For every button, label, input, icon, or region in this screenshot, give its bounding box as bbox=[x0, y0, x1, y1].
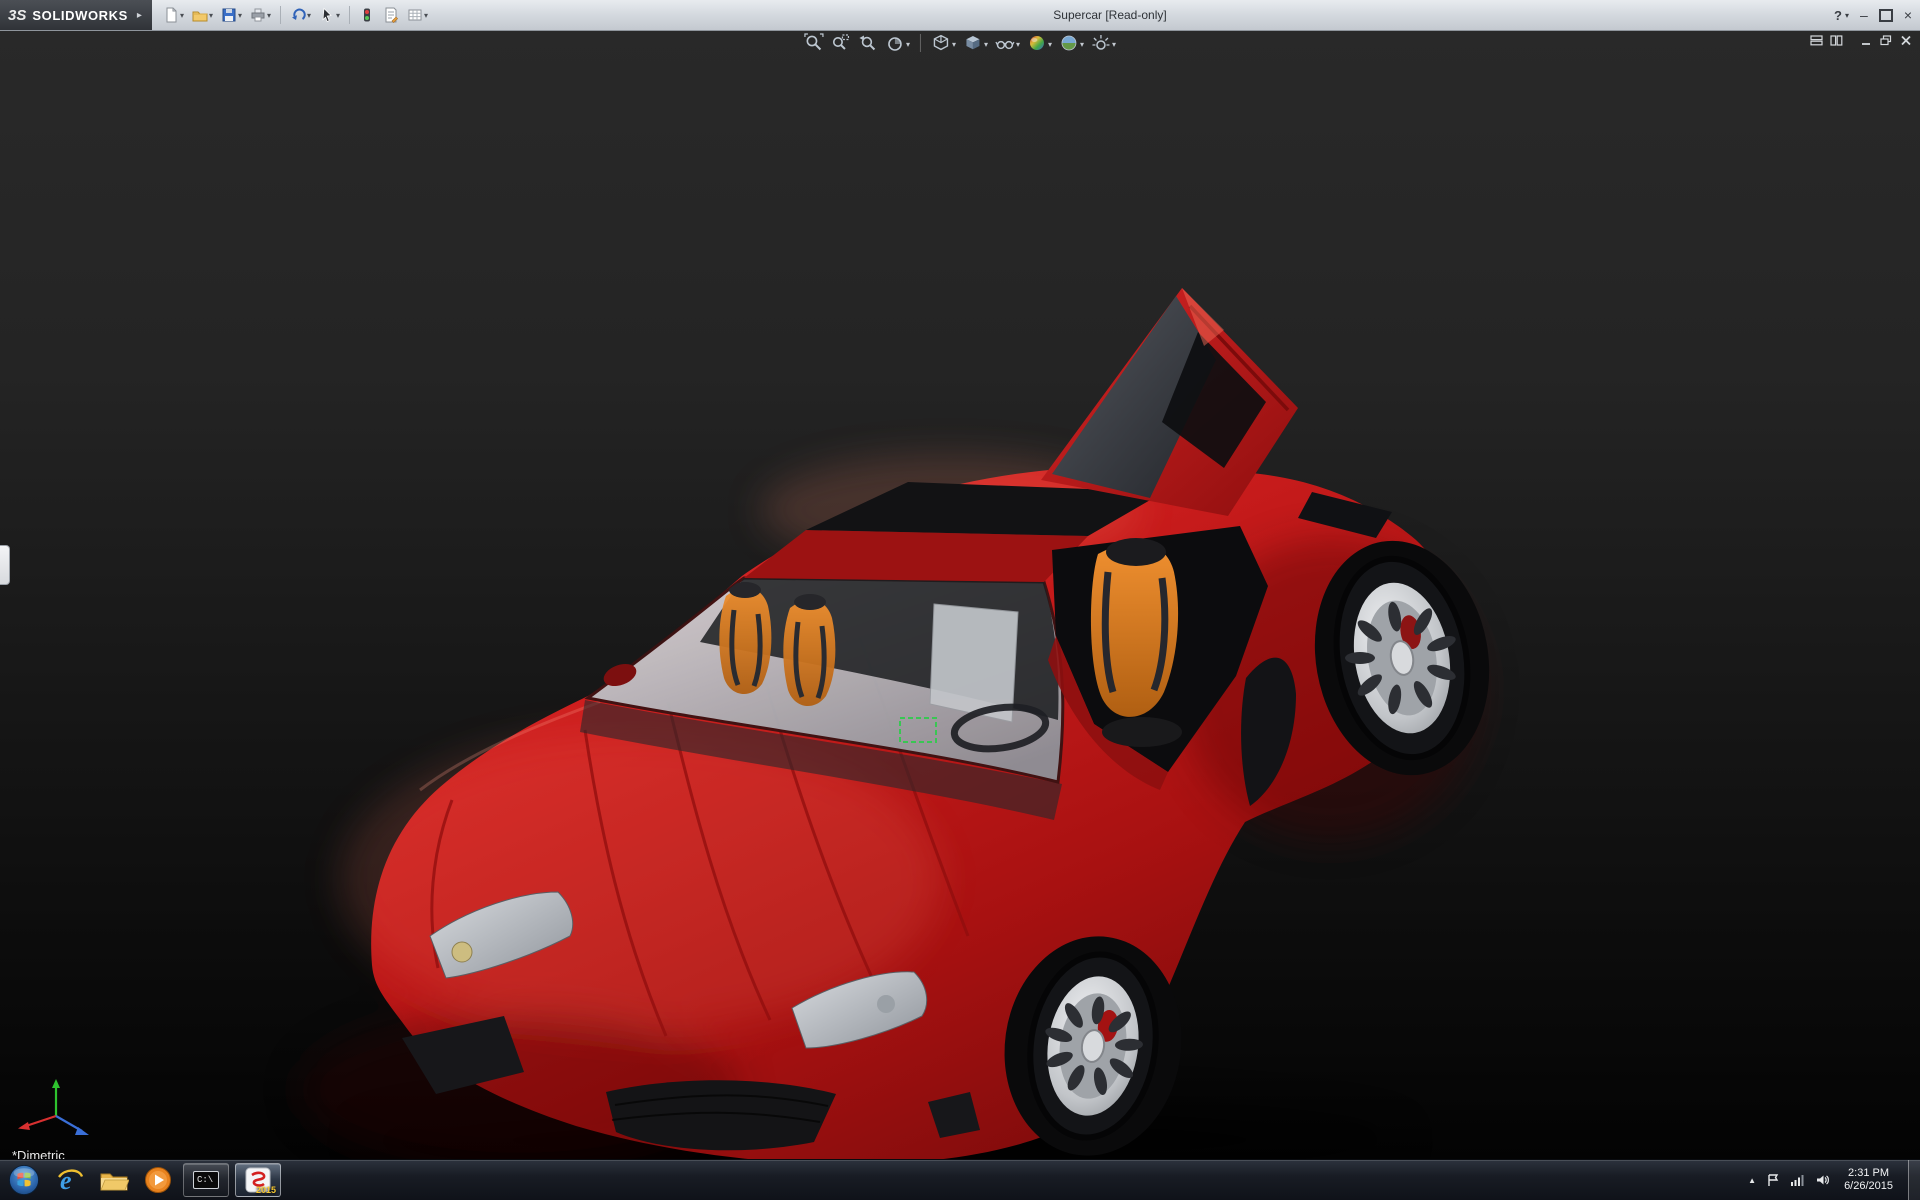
previous-view-button[interactable] bbox=[858, 33, 878, 53]
internet-explorer-icon: e bbox=[55, 1165, 85, 1195]
display-style-icon bbox=[963, 33, 983, 53]
dropdown-caret-icon[interactable]: ▾ bbox=[180, 11, 184, 20]
zoom-to-fit-icon bbox=[804, 33, 824, 53]
apply-scene-button[interactable]: ▾ bbox=[1059, 33, 1084, 53]
minimize-document-icon[interactable] bbox=[1860, 35, 1872, 46]
maximize-button[interactable] bbox=[1879, 9, 1893, 22]
dropdown-caret-icon[interactable]: ▾ bbox=[1048, 40, 1052, 53]
restore-document-icon[interactable] bbox=[1880, 35, 1892, 46]
clock-date: 6/26/2015 bbox=[1844, 1180, 1893, 1193]
dropdown-caret-icon[interactable]: ▾ bbox=[1016, 40, 1020, 53]
edit-appearance-button[interactable]: ▾ bbox=[1027, 33, 1052, 53]
window-controls: ? ▾ – × bbox=[1834, 0, 1912, 30]
volume-icon[interactable] bbox=[1815, 1173, 1830, 1187]
dropdown-caret-icon[interactable]: ▾ bbox=[209, 11, 213, 20]
clock-time: 2:31 PM bbox=[1844, 1167, 1893, 1180]
3d-model-supercar[interactable] bbox=[0, 30, 1920, 1160]
dropdown-caret-icon[interactable]: ▾ bbox=[1080, 40, 1084, 53]
print-button[interactable]: ▾ bbox=[247, 5, 274, 25]
toolbar-separator bbox=[920, 34, 921, 52]
solidworks-taskbar-button[interactable]: 2015 bbox=[235, 1163, 281, 1197]
media-player-icon bbox=[144, 1166, 172, 1194]
dropdown-caret-icon[interactable]: ▾ bbox=[984, 40, 988, 53]
tile-horizontal-icon[interactable] bbox=[1810, 35, 1823, 46]
help-caret-icon[interactable]: ▾ bbox=[1845, 11, 1849, 20]
view-settings-icon bbox=[1091, 33, 1111, 53]
heads-up-view-toolbar: ▾ ▾ ▾ ▾ ▾ ▾ bbox=[804, 33, 1116, 53]
taskbar-clock[interactable]: 2:31 PM 6/26/2015 bbox=[1844, 1167, 1893, 1193]
apply-scene-icon bbox=[1059, 33, 1079, 53]
print-icon bbox=[250, 7, 266, 23]
internet-explorer-button[interactable]: e bbox=[48, 1160, 92, 1200]
close-document-icon[interactable] bbox=[1900, 35, 1912, 46]
zoom-to-area-button[interactable] bbox=[831, 33, 851, 53]
app-version-badge: 2015 bbox=[256, 1185, 276, 1195]
action-center-icon[interactable] bbox=[1766, 1173, 1780, 1187]
brand-name: SOLIDWORKS bbox=[32, 8, 128, 23]
dropdown-caret-icon[interactable]: ▾ bbox=[238, 11, 242, 20]
media-player-button[interactable] bbox=[136, 1160, 180, 1200]
save-button[interactable]: ▾ bbox=[218, 5, 245, 25]
hide-show-items-button[interactable]: ▾ bbox=[995, 33, 1020, 53]
hide-show-items-icon bbox=[995, 33, 1015, 53]
edit-appearance-icon bbox=[1027, 33, 1047, 53]
command-prompt-icon: C:\ bbox=[193, 1171, 219, 1189]
folder-icon bbox=[99, 1168, 129, 1192]
system-tray: ▲ 2:31 PM 6/26/2015 bbox=[1748, 1160, 1920, 1200]
file-explorer-button[interactable] bbox=[92, 1160, 136, 1200]
dropdown-caret-icon[interactable]: ▾ bbox=[952, 40, 956, 53]
hidden-icons-chevron[interactable]: ▲ bbox=[1748, 1176, 1756, 1185]
new-document-icon bbox=[163, 7, 179, 23]
display-style-button[interactable]: ▾ bbox=[963, 33, 988, 53]
window-arrange-group bbox=[1810, 35, 1843, 46]
taskbar: e C:\ 2015 bbox=[0, 1159, 1920, 1200]
windows-start-icon bbox=[8, 1164, 40, 1196]
solidworks-window: 3S SOLIDWORKS ▸ ▾ ▾ ▾ ▾ bbox=[0, 0, 1920, 1200]
minimize-button[interactable]: – bbox=[1860, 8, 1868, 22]
featuremanager-collapsed-tab[interactable] bbox=[0, 545, 10, 585]
new-document-button[interactable]: ▾ bbox=[160, 5, 187, 25]
zoom-to-fit-button[interactable] bbox=[804, 33, 824, 53]
show-desktop-button[interactable] bbox=[1908, 1160, 1920, 1200]
toolbar-separator bbox=[280, 6, 281, 24]
view-orientation-icon bbox=[931, 33, 951, 53]
zoom-to-area-icon bbox=[831, 33, 851, 53]
save-icon bbox=[221, 7, 237, 23]
graphics-area[interactable]: ▾ ▾ ▾ ▾ ▾ ▾ bbox=[0, 30, 1920, 1160]
close-button[interactable]: × bbox=[1904, 8, 1912, 22]
dropdown-caret-icon[interactable]: ▾ bbox=[906, 40, 910, 53]
orientation-triad bbox=[14, 1076, 98, 1148]
section-view-button[interactable]: ▾ bbox=[885, 33, 910, 53]
document-title: Supercar [Read-only] bbox=[300, 8, 1920, 22]
help-button[interactable]: ? bbox=[1834, 8, 1842, 23]
title-bar: 3S SOLIDWORKS ▸ ▾ ▾ ▾ ▾ bbox=[0, 0, 1920, 31]
open-folder-icon bbox=[192, 7, 208, 23]
section-view-icon bbox=[885, 33, 905, 53]
dropdown-caret-icon[interactable]: ▾ bbox=[1112, 40, 1116, 53]
passenger-seat bbox=[719, 588, 771, 694]
previous-view-icon bbox=[858, 33, 878, 53]
network-icon[interactable] bbox=[1790, 1173, 1805, 1187]
dropdown-caret-icon[interactable]: ▾ bbox=[267, 11, 271, 20]
view-settings-button[interactable]: ▾ bbox=[1091, 33, 1116, 53]
solidworks-menu[interactable]: 3S SOLIDWORKS ▸ bbox=[0, 0, 152, 30]
start-button[interactable] bbox=[0, 1160, 48, 1200]
solidworks-logo-icon: 3S bbox=[8, 7, 26, 24]
open-button[interactable]: ▾ bbox=[189, 5, 216, 25]
document-window-controls bbox=[1810, 35, 1912, 46]
command-prompt-button[interactable]: C:\ bbox=[183, 1163, 229, 1197]
tile-vertical-icon[interactable] bbox=[1830, 35, 1843, 46]
menu-flyout-icon[interactable]: ▸ bbox=[137, 10, 142, 21]
view-orientation-button[interactable]: ▾ bbox=[931, 33, 956, 53]
driver-seat bbox=[783, 600, 835, 706]
